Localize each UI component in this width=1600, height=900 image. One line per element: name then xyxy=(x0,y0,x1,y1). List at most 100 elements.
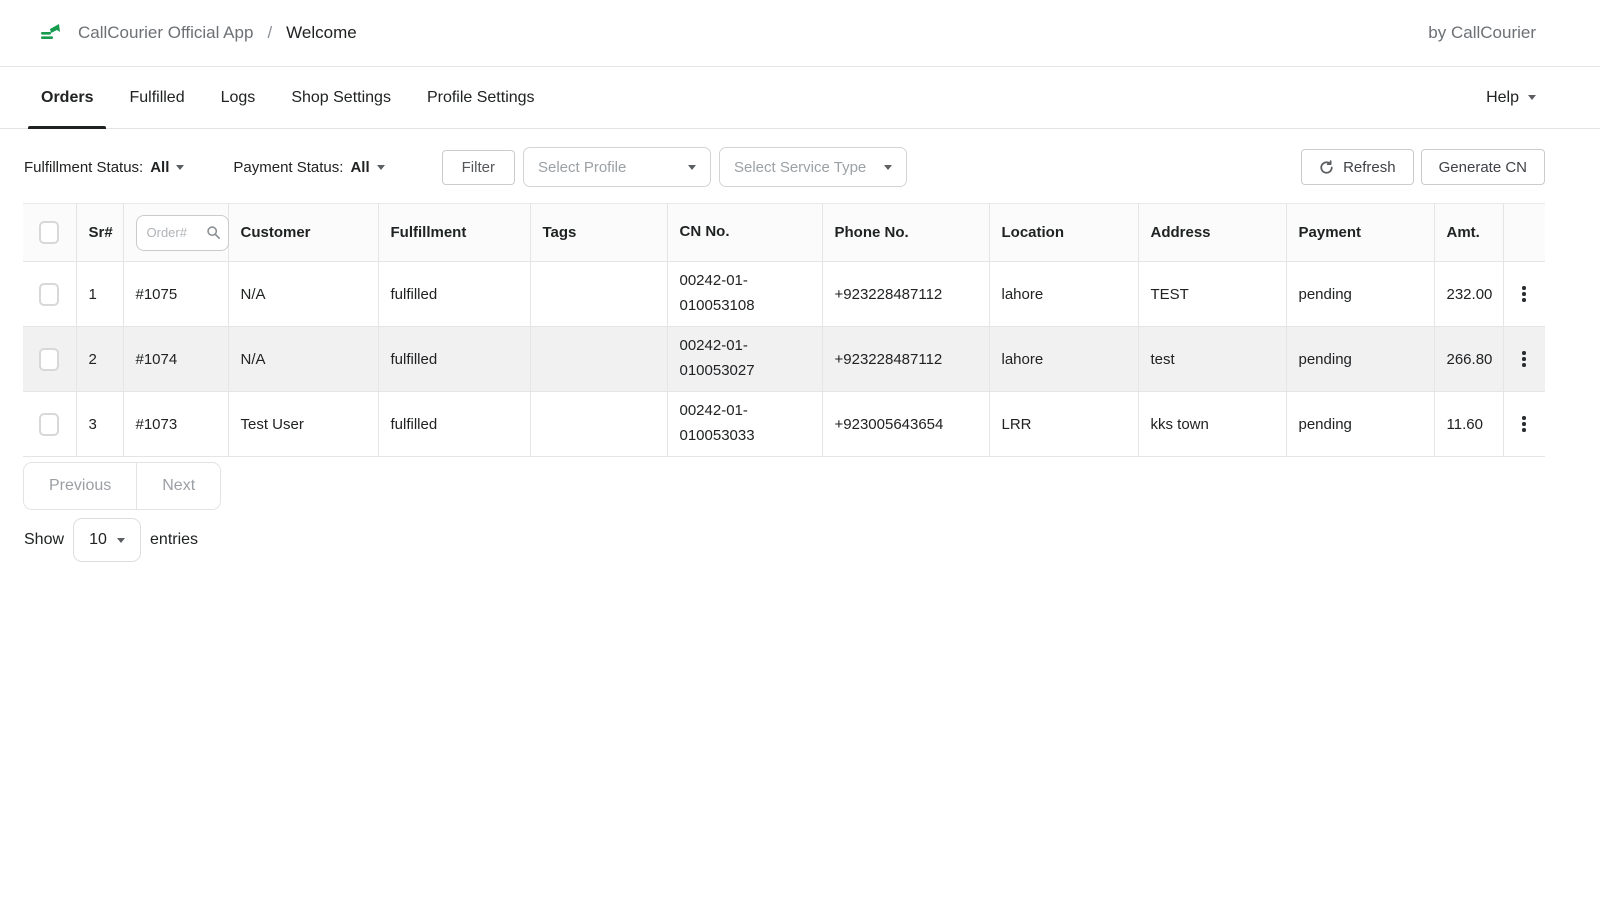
order-search xyxy=(136,215,229,251)
cell-customer: Test User xyxy=(228,392,378,457)
cell-sr: 3 xyxy=(76,392,123,457)
chevron-down-icon xyxy=(884,165,892,170)
fulfillment-status-filter[interactable]: Fulfillment Status: All xyxy=(24,159,184,176)
fulfillment-status-label: Fulfillment Status: xyxy=(24,159,143,176)
cell-location: lahore xyxy=(989,262,1138,327)
column-header-actions xyxy=(1503,204,1545,262)
cell-address: test xyxy=(1138,327,1286,392)
generate-cn-label: Generate CN xyxy=(1439,159,1527,176)
page-size-control: Show 10 entries xyxy=(24,518,1600,562)
tab-label: Shop Settings xyxy=(291,89,391,107)
fulfillment-status-value: All xyxy=(150,159,169,176)
chevron-down-icon xyxy=(377,165,385,170)
show-label: Show xyxy=(24,531,64,549)
select-service-type-dropdown[interactable]: Select Service Type xyxy=(719,147,907,187)
row-checkbox[interactable] xyxy=(39,283,59,306)
cell-order: #1074 xyxy=(123,327,228,392)
cell-payment: pending xyxy=(1286,392,1434,457)
cell-cn: 00242-01-010053108 xyxy=(667,262,822,327)
cell-fulfillment: fulfilled xyxy=(378,262,530,327)
cell-order: #1073 xyxy=(123,392,228,457)
cell-phone: +923228487112 xyxy=(822,262,989,327)
tab-orders[interactable]: Orders xyxy=(28,67,106,128)
select-all-checkbox[interactable] xyxy=(39,221,59,244)
next-button[interactable]: Next xyxy=(137,463,220,509)
tab-label: Orders xyxy=(41,89,93,107)
chevron-down-icon xyxy=(1528,95,1536,100)
callcourier-logo-icon xyxy=(36,18,66,48)
payment-status-value: All xyxy=(350,159,369,176)
column-header-location: Location xyxy=(989,204,1138,262)
app-title: CallCourier Official App xyxy=(78,23,253,43)
row-actions-kebab-icon[interactable] xyxy=(1516,347,1532,371)
select-service-type-placeholder: Select Service Type xyxy=(734,159,866,176)
cell-payment: pending xyxy=(1286,327,1434,392)
help-menu[interactable]: Help xyxy=(1486,67,1536,128)
payment-status-filter[interactable]: Payment Status: All xyxy=(233,159,384,176)
refresh-icon xyxy=(1319,160,1334,175)
cell-address: TEST xyxy=(1138,262,1286,327)
tab-profile-settings[interactable]: Profile Settings xyxy=(414,67,548,128)
column-header-sr: Sr# xyxy=(76,204,123,262)
payment-status-label: Payment Status: xyxy=(233,159,343,176)
cell-location: LRR xyxy=(989,392,1138,457)
refresh-button[interactable]: Refresh xyxy=(1301,149,1414,185)
filter-button[interactable]: Filter xyxy=(442,150,515,185)
cell-phone: +923005643654 xyxy=(822,392,989,457)
cell-address: kks town xyxy=(1138,392,1286,457)
table-header-row: Sr# Customer Fulfillment Tags CN No. Pho… xyxy=(23,204,1545,262)
cell-customer: N/A xyxy=(228,327,378,392)
cell-fulfillment: fulfilled xyxy=(378,392,530,457)
column-header-payment: Payment xyxy=(1286,204,1434,262)
generate-cn-button[interactable]: Generate CN xyxy=(1421,149,1545,185)
cell-tags xyxy=(530,392,667,457)
byline: by CallCourier xyxy=(1428,23,1536,43)
orders-table: Sr# Customer Fulfillment Tags CN No. Pho… xyxy=(23,203,1545,457)
table-actions: Refresh Generate CN xyxy=(1301,149,1545,185)
entries-label: entries xyxy=(150,531,198,549)
help-label: Help xyxy=(1486,89,1519,107)
tabs-bar: Orders Fulfilled Logs Shop Settings Prof… xyxy=(0,67,1600,129)
table-row: 3 #1073 Test User fulfilled 00242-01-010… xyxy=(23,392,1545,457)
cell-payment: pending xyxy=(1286,262,1434,327)
filter-row: Fulfillment Status: All Payment Status: … xyxy=(0,129,1600,201)
cell-tags xyxy=(530,262,667,327)
cell-amt: 232.00 xyxy=(1434,262,1503,327)
table-row: 1 #1075 N/A fulfilled 00242-01-010053108… xyxy=(23,262,1545,327)
chevron-down-icon xyxy=(688,165,696,170)
refresh-label: Refresh xyxy=(1343,159,1396,176)
page-title: Welcome xyxy=(286,23,357,43)
cell-order: #1075 xyxy=(123,262,228,327)
cell-tags xyxy=(530,327,667,392)
cell-amt: 266.80 xyxy=(1434,327,1503,392)
tab-fulfilled[interactable]: Fulfilled xyxy=(116,67,197,128)
topbar: CallCourier Official App / Welcome by Ca… xyxy=(0,0,1600,67)
tab-logs[interactable]: Logs xyxy=(208,67,269,128)
row-checkbox[interactable] xyxy=(39,413,59,436)
column-header-tags: Tags xyxy=(530,204,667,262)
page-size-value: 10 xyxy=(89,531,107,549)
order-search-input[interactable] xyxy=(136,215,229,251)
cell-phone: +923228487112 xyxy=(822,327,989,392)
column-header-customer: Customer xyxy=(228,204,378,262)
tab-shop-settings[interactable]: Shop Settings xyxy=(278,67,404,128)
cell-location: lahore xyxy=(989,327,1138,392)
breadcrumb-separator: / xyxy=(267,23,272,43)
cell-fulfillment: fulfilled xyxy=(378,327,530,392)
row-actions-kebab-icon[interactable] xyxy=(1516,282,1532,306)
chevron-down-icon xyxy=(117,538,125,543)
column-header-amt: Amt. xyxy=(1434,204,1503,262)
cell-cn: 00242-01-010053033 xyxy=(667,392,822,457)
cell-cn: 00242-01-010053027 xyxy=(667,327,822,392)
row-checkbox[interactable] xyxy=(39,348,59,371)
column-header-address: Address xyxy=(1138,204,1286,262)
page-size-select[interactable]: 10 xyxy=(73,518,141,562)
cell-sr: 2 xyxy=(76,327,123,392)
previous-button[interactable]: Previous xyxy=(24,463,137,509)
cell-sr: 1 xyxy=(76,262,123,327)
column-header-phone: Phone No. xyxy=(822,204,989,262)
select-profile-dropdown[interactable]: Select Profile xyxy=(523,147,711,187)
tabs: Orders Fulfilled Logs Shop Settings Prof… xyxy=(28,67,548,128)
row-actions-kebab-icon[interactable] xyxy=(1516,412,1532,436)
cell-amt: 11.60 xyxy=(1434,392,1503,457)
